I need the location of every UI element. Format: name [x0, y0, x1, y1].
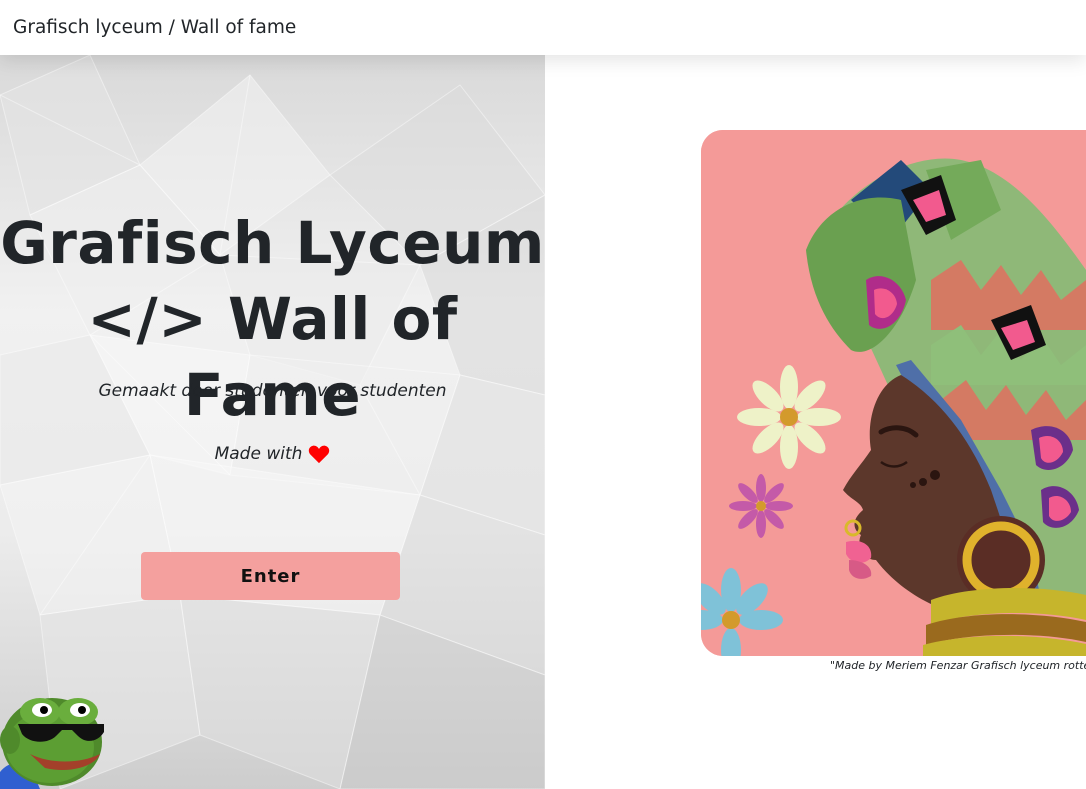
- hero-subtitle: Gemaakt door studenten voor studenten: [98, 381, 447, 401]
- artwork-image: [701, 130, 1086, 656]
- navbar: Grafisch lyceum / Wall of fame: [0, 0, 1086, 55]
- hero-title-line2: </> Wall of Fame: [87, 285, 458, 429]
- hero-panel: Grafisch Lyceum </> Wall of Fame Gemaakt…: [0, 55, 545, 789]
- hero-title-line1: Grafisch Lyceum: [0, 209, 545, 277]
- navbar-brand-link[interactable]: Grafisch lyceum / Wall of fame: [13, 17, 296, 38]
- made-with-line: Made with: [0, 444, 545, 464]
- artwork-caption: "Made by Meriem Fenzar Grafisch lyceum r…: [830, 659, 1086, 672]
- heart-icon: [309, 445, 330, 464]
- pepe-frog-icon: [0, 698, 104, 789]
- woman-headwrap-illustration: [701, 130, 1086, 656]
- made-with-text: Made with: [214, 444, 303, 464]
- enter-button[interactable]: Enter: [141, 552, 400, 600]
